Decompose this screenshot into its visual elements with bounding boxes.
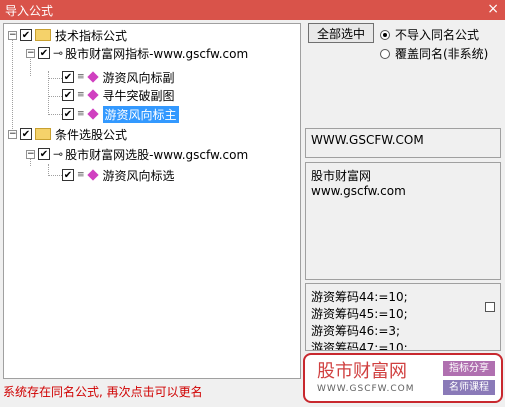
tree-group-label: 条件选股公式 bbox=[55, 127, 128, 142]
radio-label: 不导入同名公式 bbox=[395, 28, 480, 42]
formula-icon: ≡ bbox=[77, 72, 85, 82]
code-panel[interactable]: 游资筹码44:=10; 游资筹码45:=10; 游资筹码46:=3; 游资筹码4… bbox=[305, 283, 501, 351]
code-line: 游资筹码47:=10; bbox=[311, 341, 408, 351]
watermark-name: 股市财富网 bbox=[317, 361, 407, 382]
select-all-button[interactable]: 全部选中 bbox=[308, 23, 374, 43]
radio-no-import[interactable]: 不导入同名公式 bbox=[380, 26, 479, 43]
url-text: WWW.GSCFW.COM bbox=[311, 133, 424, 147]
code-line: 游资筹码45:=10; bbox=[311, 307, 408, 321]
window-title: 导入公式 bbox=[5, 4, 54, 18]
tree-group-conditions[interactable]: − ✔ 条件选股公式 bbox=[8, 125, 127, 143]
checkbox[interactable]: ✔ bbox=[62, 71, 74, 83]
formula-tree[interactable]: − ✔ 技术指标公式 − ✔ ⊸ 股市财富网指标-www.gscfw.com ✔… bbox=[3, 23, 301, 379]
tree-item-label: 寻牛突破副图 bbox=[102, 88, 175, 103]
checkbox[interactable]: ✔ bbox=[62, 108, 74, 120]
tree-item[interactable]: ✔ ≡ 寻牛突破副图 bbox=[62, 86, 175, 104]
tree-subgroup-conditions[interactable]: − ✔ ⊸ 股市财富网选股-www.gscfw.com bbox=[26, 145, 248, 163]
watermark-url: WWW.GSCFW.COM bbox=[317, 384, 415, 394]
folder-icon bbox=[35, 128, 51, 140]
close-icon[interactable]: × bbox=[487, 1, 499, 17]
collapse-icon[interactable]: − bbox=[8, 30, 17, 40]
checkbox[interactable]: ✔ bbox=[20, 29, 32, 41]
checkbox[interactable]: ✔ bbox=[62, 169, 74, 181]
formula-icon: ≡ bbox=[77, 90, 85, 100]
description-panel: 股市财富网 www.gscfw.com bbox=[305, 162, 501, 280]
formula-icon: ≡ bbox=[77, 170, 85, 180]
tree-item-selected[interactable]: ✔ ≡ 游资风向标主 bbox=[62, 105, 179, 123]
code-checkbox[interactable] bbox=[485, 302, 495, 312]
tree-item-label: 游资风向标选 bbox=[102, 168, 175, 183]
tree-subgroup-label: 股市财富网选股-www.gscfw.com bbox=[65, 147, 249, 162]
checkbox[interactable]: ✔ bbox=[38, 148, 50, 160]
radio-label: 覆盖同名(非系统) bbox=[395, 47, 489, 61]
code-line: 游资筹码44:=10; bbox=[311, 290, 408, 304]
title-bar: 导入公式 × bbox=[0, 0, 505, 20]
description-line: www.gscfw.com bbox=[311, 184, 406, 198]
checkbox[interactable]: ✔ bbox=[20, 128, 32, 140]
folder-icon bbox=[35, 29, 51, 41]
tree-group-label: 技术指标公式 bbox=[55, 28, 128, 43]
tree-subgroup-indicators[interactable]: − ✔ ⊸ 股市财富网指标-www.gscfw.com bbox=[26, 44, 248, 62]
collapse-icon[interactable]: − bbox=[26, 48, 35, 58]
collapse-icon[interactable]: − bbox=[26, 149, 35, 159]
tree-item[interactable]: ✔ ≡ 游资风向标选 bbox=[62, 166, 175, 184]
url-panel: WWW.GSCFW.COM bbox=[305, 128, 501, 158]
key-icon: ⊸ bbox=[53, 46, 64, 60]
diamond-icon bbox=[86, 89, 99, 101]
watermark-logo: 股市财富网 WWW.GSCFW.COM 指标分享 名师课程 bbox=[303, 353, 503, 403]
tree-subgroup-label: 股市财富网指标-www.gscfw.com bbox=[65, 46, 249, 61]
diamond-icon bbox=[86, 108, 99, 120]
key-icon: ⊸ bbox=[53, 147, 64, 161]
watermark-tag: 名师课程 bbox=[443, 380, 495, 395]
tree-item[interactable]: ✔ ≡ 游资风向标副 bbox=[62, 68, 175, 86]
radio-icon[interactable] bbox=[380, 29, 390, 40]
tree-line bbox=[12, 39, 13, 135]
code-line: 游资筹码46:=3; bbox=[311, 324, 401, 338]
tree-item-label: 游资风向标副 bbox=[102, 70, 175, 85]
collapse-icon[interactable]: − bbox=[8, 129, 17, 139]
description-line: 股市财富网 bbox=[311, 169, 372, 183]
diamond-icon bbox=[86, 71, 99, 83]
diamond-icon bbox=[86, 169, 99, 181]
watermark-tag: 指标分享 bbox=[443, 361, 495, 376]
tree-item-label: 游资风向标主 bbox=[102, 105, 179, 123]
status-text: 系统存在同名公式, 再次点击可以更名 bbox=[3, 385, 203, 399]
radio-icon[interactable] bbox=[380, 48, 390, 59]
radio-overwrite[interactable]: 覆盖同名(非系统) bbox=[380, 45, 488, 62]
tree-group-indicators[interactable]: − ✔ 技术指标公式 bbox=[8, 26, 127, 44]
checkbox[interactable]: ✔ bbox=[62, 89, 74, 101]
formula-icon: ≡ bbox=[77, 109, 85, 119]
checkbox[interactable]: ✔ bbox=[38, 47, 50, 59]
